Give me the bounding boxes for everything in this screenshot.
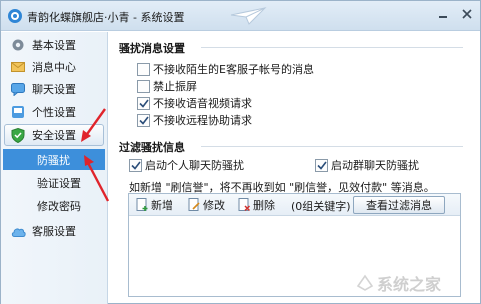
settings-window: 青韵化蝶旗舰店·小青 - 系统设置 基本设置 消息中心 聊天设置 个性设置 安全… bbox=[0, 0, 481, 304]
annotation-arrows bbox=[81, 108, 110, 202]
watermark: 系统之家 bbox=[356, 271, 441, 295]
watermark-logo-icon bbox=[356, 274, 374, 291]
arrow-to-security bbox=[84, 108, 106, 138]
watermark-text: 系统之家 bbox=[377, 275, 442, 294]
arrow-to-anti-harass bbox=[85, 160, 110, 202]
